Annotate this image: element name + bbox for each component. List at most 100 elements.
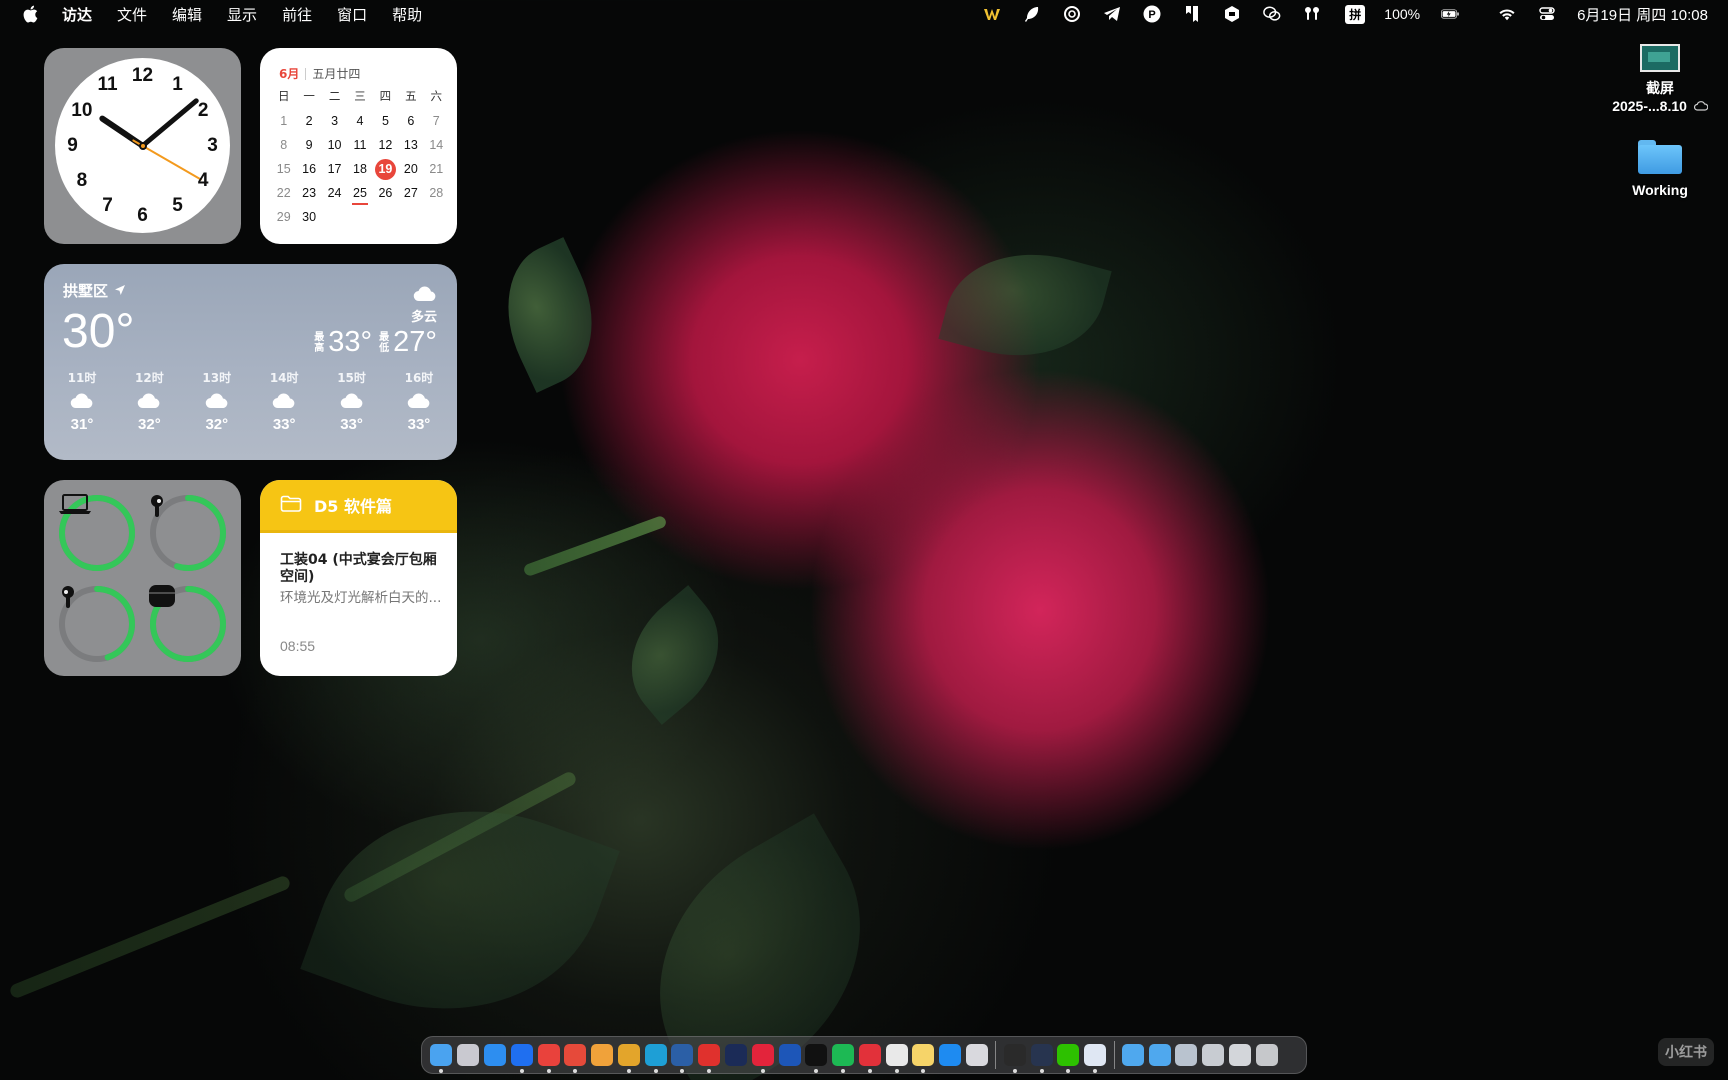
calendar-divider bbox=[305, 67, 307, 80]
cube-app-icon[interactable] bbox=[1221, 4, 1243, 24]
hourly-temp: 33° bbox=[407, 416, 431, 433]
calendar-day: 6 bbox=[407, 114, 415, 128]
wallpaper-leaf bbox=[603, 585, 747, 725]
screenshot-stack-icon[interactable] bbox=[1202, 1044, 1225, 1066]
tiktok-icon[interactable] bbox=[805, 1044, 828, 1073]
wechat-icon[interactable] bbox=[1261, 4, 1283, 24]
menu-finder[interactable]: 访达 bbox=[62, 4, 92, 25]
dock bbox=[421, 1036, 1307, 1074]
svg-text:P: P bbox=[1149, 9, 1156, 21]
weather-widget[interactable]: 拱墅区 30° 多云 最高 33° 最低 27° 11时 31° 12时 32°… bbox=[44, 264, 457, 460]
calendar-day: 28 bbox=[429, 186, 444, 200]
calendar-day: 21 bbox=[429, 162, 444, 176]
pinterest-icon[interactable] bbox=[751, 1044, 774, 1073]
chatgpt-icon[interactable] bbox=[885, 1044, 908, 1073]
calendar-day: 9 bbox=[305, 138, 313, 152]
hourly-temp: 32° bbox=[138, 416, 161, 433]
menu-edit[interactable]: 编辑 bbox=[172, 4, 202, 25]
calendar-weekday: 三 bbox=[354, 91, 366, 103]
spotify-icon[interactable] bbox=[832, 1044, 855, 1073]
edge-icon[interactable] bbox=[644, 1044, 667, 1073]
apple-logo-icon[interactable] bbox=[22, 5, 38, 23]
safari-icon[interactable] bbox=[483, 1044, 506, 1066]
cloud-icon bbox=[193, 386, 241, 416]
menu-window[interactable]: 窗口 bbox=[337, 4, 367, 25]
airpods-case-icon bbox=[148, 584, 228, 664]
p-icon[interactable]: P bbox=[1141, 4, 1163, 24]
hourly-temp: 32° bbox=[205, 416, 229, 433]
trash-icon[interactable] bbox=[1255, 1044, 1278, 1066]
desktop-folder-working[interactable]: Working bbox=[1600, 140, 1720, 198]
netease-music-icon[interactable] bbox=[858, 1044, 881, 1073]
documents-folder-icon[interactable] bbox=[1148, 1044, 1171, 1066]
notes-header-divider bbox=[260, 530, 457, 533]
photos-icon[interactable] bbox=[591, 1044, 614, 1066]
downloads-folder-icon[interactable] bbox=[1121, 1044, 1144, 1066]
input-method-label: 拼 bbox=[1345, 4, 1366, 24]
menu-go[interactable]: 前往 bbox=[282, 4, 312, 25]
desktop-file-date: 2025-...8.10 bbox=[1600, 98, 1720, 114]
hourly-time: 13时 bbox=[202, 371, 232, 385]
location-arrow-icon bbox=[114, 282, 126, 300]
preview-icon[interactable] bbox=[966, 1044, 989, 1066]
wps-icon[interactable] bbox=[537, 1044, 560, 1073]
batteries-widget[interactable] bbox=[44, 480, 241, 676]
telegram-icon[interactable] bbox=[1101, 4, 1123, 24]
openai-icon[interactable] bbox=[671, 1044, 694, 1073]
calendar-day: 1 bbox=[280, 114, 288, 128]
battery-icon[interactable] bbox=[1435, 4, 1465, 24]
weather-location: 拱墅区 bbox=[63, 280, 126, 301]
notes-icon[interactable] bbox=[912, 1044, 935, 1073]
airpods-icon[interactable] bbox=[1301, 4, 1323, 24]
wps-icon[interactable] bbox=[981, 4, 1003, 24]
menu-bar-clock[interactable]: 6月19日 周四 10:08 bbox=[1577, 4, 1708, 25]
clock-number: 3 bbox=[207, 134, 218, 156]
calendar-header: 6月 五月廿四 bbox=[279, 65, 360, 82]
bookmark-app-icon[interactable] bbox=[1181, 4, 1203, 24]
calendar-weekday: 六 bbox=[430, 91, 443, 103]
cube-app-icon[interactable] bbox=[1030, 1044, 1053, 1073]
baidu-cloud-icon[interactable] bbox=[1084, 1044, 1107, 1073]
app-store-icon[interactable] bbox=[939, 1044, 962, 1066]
hourly-time: 16时 bbox=[404, 371, 434, 385]
desktop-screenshot-file[interactable]: 截屏 2025-...8.10 bbox=[1600, 44, 1720, 114]
menu-help[interactable]: 帮助 bbox=[392, 4, 422, 25]
xiaohongshu-watermark: 小红书 bbox=[1658, 1038, 1714, 1066]
calendar-day: 29 bbox=[276, 210, 291, 224]
calendar-day: 20 bbox=[403, 162, 418, 176]
menu-view[interactable]: 显示 bbox=[227, 4, 257, 25]
launchpad-icon[interactable] bbox=[457, 1044, 480, 1066]
photoshop-icon[interactable] bbox=[724, 1044, 747, 1066]
baidu-netdisk-icon[interactable] bbox=[510, 1044, 533, 1073]
input-method-icon[interactable]: 拼 bbox=[1344, 4, 1366, 24]
finder-icon[interactable] bbox=[430, 1044, 453, 1073]
feather-icon[interactable] bbox=[1021, 4, 1043, 24]
calendar-day: 27 bbox=[403, 186, 418, 200]
wifi-icon[interactable] bbox=[1496, 4, 1518, 24]
battery-ring-airpod-right bbox=[148, 493, 228, 573]
notes-widget[interactable]: D5 软件篇 工装04 (中式宴会厅包厢空间) 环境光及灯光解析白天的... 0… bbox=[260, 480, 457, 676]
acrobat-icon[interactable] bbox=[698, 1044, 721, 1073]
calendar-day: 2 bbox=[305, 114, 313, 128]
control-center-icon[interactable] bbox=[1536, 4, 1558, 24]
cnki-icon[interactable] bbox=[778, 1044, 801, 1066]
chrome-icon[interactable] bbox=[617, 1044, 640, 1073]
hourly-temp: 33° bbox=[340, 416, 363, 433]
weather-low-value: 27° bbox=[393, 326, 437, 358]
chatgpt-icon[interactable] bbox=[1061, 4, 1083, 24]
keyboard-stack-icon[interactable] bbox=[1229, 1044, 1252, 1066]
clock-number: 6 bbox=[137, 204, 148, 226]
wechat-icon[interactable] bbox=[1057, 1044, 1080, 1073]
window-stack-icon[interactable] bbox=[1175, 1044, 1198, 1066]
menu-file[interactable]: 文件 bbox=[117, 4, 147, 25]
clock-widget[interactable]: 12 1 2 3 4 5 6 7 8 9 10 11 bbox=[44, 48, 241, 244]
wallpaper-leaf bbox=[938, 232, 1112, 378]
calendar-day: 11 bbox=[353, 138, 367, 152]
calendar-month: 6月 bbox=[279, 67, 300, 81]
activity-monitor-icon[interactable] bbox=[1003, 1044, 1026, 1073]
clock-number: 12 bbox=[131, 64, 154, 86]
calendar-widget[interactable]: 6月 五月廿四 日一二三四五六 1 2 3 4 5 6 7 8 9 10 11 12 13 14 15 16 17… bbox=[260, 48, 457, 244]
xmind-icon[interactable] bbox=[564, 1044, 587, 1073]
calendar-day: 16 bbox=[302, 162, 317, 176]
cloud-icon bbox=[328, 386, 376, 416]
